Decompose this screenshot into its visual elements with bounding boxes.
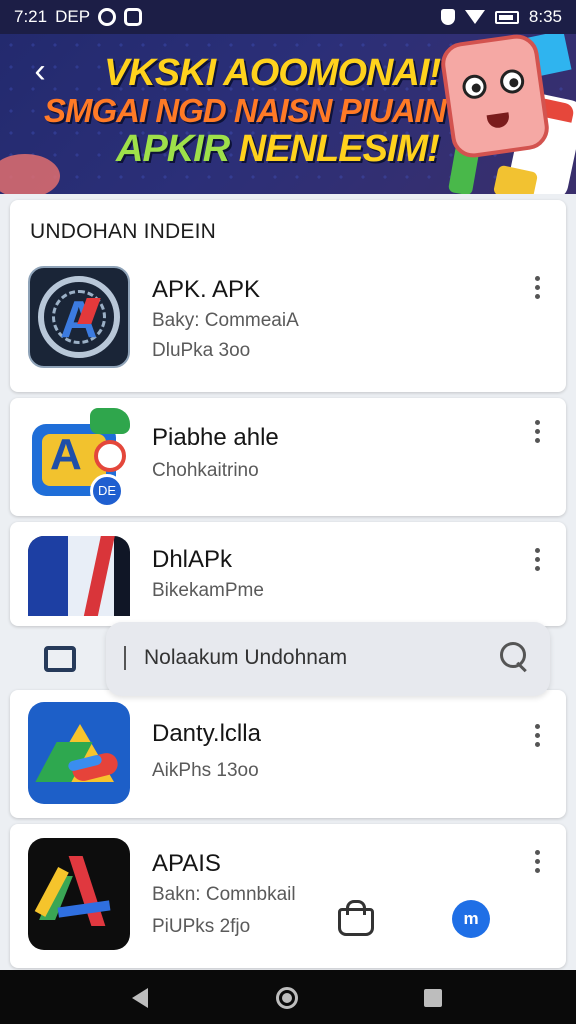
search-input-text: Nolaakum Undohnam — [144, 646, 348, 669]
shield-notif-icon — [124, 8, 143, 26]
status-right: 8:35 — [440, 7, 562, 27]
app-card-4[interactable]: Danty.lclla AikPhs 13oo — [10, 690, 566, 818]
app-name: Danty.lclla — [152, 720, 261, 747]
app-name: APK. APK — [152, 276, 261, 303]
icon-circle — [94, 440, 126, 472]
app-meta-1: Chohkaitrino — [152, 460, 259, 481]
app-card-3[interactable]: DhlAPk BikekamPme — [10, 522, 566, 626]
mascot-illustration — [438, 34, 552, 161]
battery-icon — [494, 10, 519, 24]
text-caret — [124, 646, 126, 670]
mascot-eye-right — [498, 67, 526, 96]
banner-headline-3a: APKIR — [116, 128, 230, 170]
more-options-icon[interactable] — [530, 850, 544, 873]
status-left-text: DEP — [55, 7, 91, 26]
icon-badge-green — [90, 408, 130, 434]
status-right-time: 8:35 — [528, 7, 562, 26]
app-card-5[interactable]: APAIS Bakn: Comnbkail PiUPks 2fjo — [10, 824, 566, 968]
status-time: 7:21 — [14, 7, 48, 26]
app-card-2[interactable]: A DE Piabhe ahle Chohkaitrino — [10, 398, 566, 516]
app-meta-1: BikekamPme — [152, 580, 264, 601]
more-options-icon[interactable] — [530, 276, 544, 299]
status-left: 7:21 DEP — [14, 7, 143, 27]
app-meta-1: Bakn: Comnbkail — [152, 884, 296, 905]
banner-headline-1: VKSKI AOOMONAI! — [104, 52, 441, 94]
search-input[interactable]: Nolaakum Undohnam — [106, 622, 550, 696]
banner-headline-3: APKIR NENLESIM! — [116, 128, 440, 171]
app-card-1[interactable]: UNDOHAN INDEIN A APK. APK Baky: CommeaiA… — [10, 200, 566, 392]
app-icon-danty — [28, 702, 130, 804]
app-name: Piabhe ahle — [152, 424, 279, 451]
icon-shape-red — [68, 856, 106, 926]
promo-banner[interactable]: ‹ VKSKI AOOMONAI! SMGAI NGD NAISN PIUAIN… — [0, 34, 576, 194]
system-nav-bar — [0, 970, 576, 1024]
app-meta-1: Baky: CommeaiA — [152, 310, 299, 331]
more-options-icon[interactable] — [530, 724, 544, 747]
banner-headline-2: SMGAI NGD NAISN PIUAIN — [44, 92, 447, 129]
search-bar-overlay: Nolaakum Undohnam — [0, 622, 576, 698]
basket-icon[interactable] — [334, 900, 374, 940]
app-meta-2: DluPka 3oo — [152, 340, 251, 361]
icon-stripe-blue — [28, 536, 68, 616]
mascot-eye-left — [460, 73, 489, 101]
app-name: DhlAPk — [152, 546, 233, 573]
icon-badge-blue: DE — [90, 474, 124, 508]
nav-home-icon[interactable] — [276, 987, 298, 1009]
app-icon-apk: A — [28, 266, 130, 368]
section-title: UNDOHAN INDEIN — [30, 220, 216, 243]
cast-icon[interactable] — [44, 646, 76, 672]
messenger-badge-icon[interactable]: m — [452, 900, 490, 938]
app-icon-apais — [28, 838, 130, 950]
banner-headline-3b: NENLESIM! — [229, 128, 440, 170]
more-options-icon[interactable] — [530, 420, 544, 443]
app-meta-1: AikPhs 13oo — [152, 760, 259, 781]
nav-back-icon[interactable] — [132, 988, 148, 1008]
notification-circle-icon — [98, 8, 117, 26]
app-meta-2: PiUPks 2fjo — [152, 916, 251, 937]
app-icon-dhlapk — [28, 536, 130, 616]
status-bar: 7:21 DEP 8:35 — [0, 0, 576, 34]
back-arrow-icon[interactable]: ‹ — [22, 54, 58, 90]
app-name: APAIS — [152, 850, 221, 877]
search-icon[interactable] — [500, 642, 530, 672]
vpn-icon — [440, 9, 455, 25]
wifi-icon — [464, 10, 485, 24]
nav-recents-icon[interactable] — [424, 989, 442, 1007]
icon-shape-blue — [57, 900, 111, 918]
icon-letter: A — [50, 430, 82, 479]
app-icon-piabhe: A DE — [28, 408, 130, 510]
more-options-icon[interactable] — [530, 548, 544, 571]
mascot-mouth — [486, 112, 511, 130]
